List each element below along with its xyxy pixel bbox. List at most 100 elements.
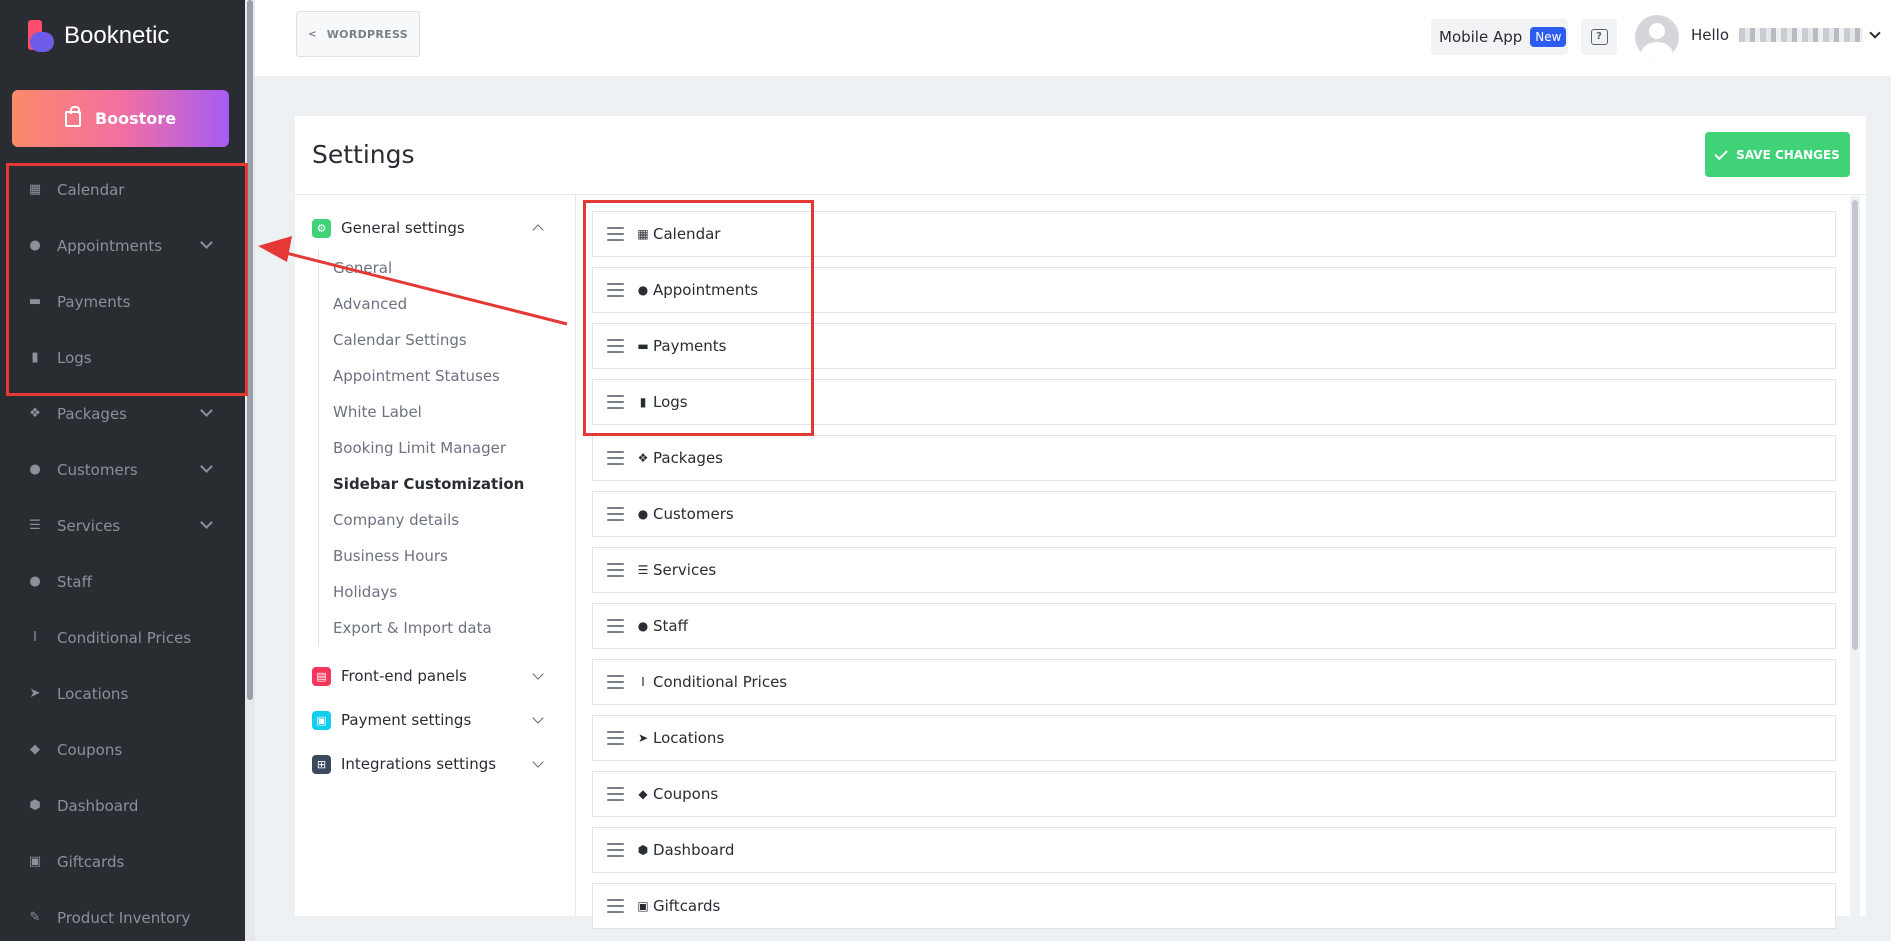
back-to-wordpress-button[interactable]: < WORDPRESS xyxy=(296,11,420,57)
mobile-app-button[interactable]: Mobile App New xyxy=(1431,19,1568,55)
mobile-app-label: Mobile App xyxy=(1439,28,1523,46)
submenu-item-holidays[interactable]: Holidays xyxy=(333,574,562,610)
sidebar-item-calendar[interactable]: ▦ Calendar xyxy=(0,162,245,218)
booknetic-logo[interactable]: Booknetic xyxy=(26,18,169,54)
column-divider xyxy=(575,194,576,916)
sortable-row-customers[interactable]: ● Customers xyxy=(592,491,1836,537)
settings-group-payment-settings[interactable]: ▣ Payment settings xyxy=(312,698,562,742)
drag-handle-icon[interactable] xyxy=(607,787,624,801)
general-settings-submenu: General Advanced Calendar Settings Appointm… xyxy=(318,250,562,646)
chevron-down-icon xyxy=(1869,27,1881,39)
settings-group-label: Integrations settings xyxy=(341,755,497,773)
sortable-row-dashboard[interactable]: ⬢ Dashboard xyxy=(592,827,1836,873)
sidebar-item-label: Giftcards xyxy=(57,853,125,871)
user-icon: ● xyxy=(29,574,41,589)
check-icon xyxy=(1714,146,1728,160)
drag-handle-icon[interactable] xyxy=(607,731,624,745)
clock-icon: ● xyxy=(637,283,649,297)
sidebar-item-product-inventory[interactable]: ✎ Product Inventory xyxy=(0,890,245,941)
sortable-row-coupons[interactable]: ◆ Coupons xyxy=(592,771,1836,817)
sidebar: Booknetic Boostore ▦ Calendar ● Appointment… xyxy=(0,0,245,941)
submenu-item-appointment-statuses[interactable]: Appointment Statuses xyxy=(333,358,562,394)
chevron-down-icon[interactable] xyxy=(200,404,213,417)
boxes-icon: ❖ xyxy=(637,451,649,465)
gift-icon: ▣ xyxy=(637,899,649,913)
sortable-row-staff[interactable]: ● Staff xyxy=(592,603,1836,649)
sidebar-item-services[interactable]: ☰ Services xyxy=(0,498,245,554)
settings-group-integrations-settings[interactable]: ⊞ Integrations settings xyxy=(312,742,562,786)
sidebar-item-conditional-prices[interactable]: I Conditional Prices xyxy=(0,610,245,666)
sortable-row-logs[interactable]: ▮ Logs xyxy=(592,379,1836,425)
panel-scrollbar-thumb[interactable] xyxy=(1852,200,1858,650)
chevron-down-icon[interactable] xyxy=(200,460,213,473)
integrations-icon: ⊞ xyxy=(312,754,331,774)
drag-handle-icon[interactable] xyxy=(607,395,624,409)
sidebar-item-customers[interactable]: ● Customers xyxy=(0,442,245,498)
sidebar-item-logs[interactable]: ▮ Logs xyxy=(0,330,245,386)
sortable-row-label: Customers xyxy=(653,505,734,523)
boostore-button[interactable]: Boostore xyxy=(12,90,229,147)
submenu-item-sidebar-customization[interactable]: Sidebar Customization xyxy=(333,466,562,502)
submenu-item-calendar-settings[interactable]: Calendar Settings xyxy=(333,322,562,358)
submenu-item-business-hours[interactable]: Business Hours xyxy=(333,538,562,574)
shopping-bag-icon xyxy=(64,105,81,127)
sortable-row-calendar[interactable]: ▦ Calendar xyxy=(592,211,1836,257)
sidebar-item-dashboard[interactable]: ⬢ Dashboard xyxy=(0,778,245,834)
sidebar-item-appointments[interactable]: ● Appointments xyxy=(0,218,245,274)
sidebar-item-label: Customers xyxy=(57,461,138,479)
save-changes-button[interactable]: SAVE CHANGES xyxy=(1705,132,1850,177)
submenu-item-company-details[interactable]: Company details xyxy=(333,502,562,538)
sortable-row-services[interactable]: ☰ Services xyxy=(592,547,1836,593)
sidebar-item-staff[interactable]: ● Staff xyxy=(0,554,245,610)
sidebar-item-coupons[interactable]: ◆ Coupons xyxy=(0,722,245,778)
calendar-icon: ▦ xyxy=(637,227,649,241)
submenu-item-white-label[interactable]: White Label xyxy=(333,394,562,430)
drag-handle-icon[interactable] xyxy=(607,619,624,633)
sortable-row-payments[interactable]: ▬ Payments xyxy=(592,323,1836,369)
drag-handle-icon[interactable] xyxy=(607,899,624,913)
avatar[interactable] xyxy=(1635,15,1679,59)
drag-handle-icon[interactable] xyxy=(607,675,624,689)
sidebar-item-label: Dashboard xyxy=(57,797,139,815)
submenu-item-booking-limit-manager[interactable]: Booking Limit Manager xyxy=(333,430,562,466)
sortable-row-conditional-prices[interactable]: I Conditional Prices xyxy=(592,659,1836,705)
drag-handle-icon[interactable] xyxy=(607,283,624,297)
sidebar-item-payments[interactable]: ▬ Payments xyxy=(0,274,245,330)
app-name: Booknetic xyxy=(64,22,170,49)
submenu-item-general[interactable]: General xyxy=(333,250,562,286)
panel-scrollbar[interactable] xyxy=(1850,196,1860,916)
sidebar-item-locations[interactable]: ➤ Locations xyxy=(0,666,245,722)
sidebar-item-giftcards[interactable]: ▣ Giftcards xyxy=(0,834,245,890)
sortable-row-locations[interactable]: ➤ Locations xyxy=(592,715,1836,761)
sidebar-scrollbar-thumb[interactable] xyxy=(247,0,253,700)
settings-gear-icon: ⚙ xyxy=(312,218,331,238)
tag-icon: ◆ xyxy=(638,787,648,801)
tools-icon: ✎ xyxy=(29,910,41,925)
sortable-row-appointments[interactable]: ● Appointments xyxy=(592,267,1836,313)
chevron-down-icon[interactable] xyxy=(200,236,213,249)
user-menu[interactable]: Hello xyxy=(1691,26,1881,44)
text-cursor-icon: I xyxy=(33,630,37,645)
drag-handle-icon[interactable] xyxy=(607,339,624,353)
submenu-item-advanced[interactable]: Advanced xyxy=(333,286,562,322)
submenu-item-export-import-data[interactable]: Export & Import data xyxy=(333,610,562,646)
sidebar-item-packages[interactable]: ❖ Packages xyxy=(0,386,245,442)
chevron-down-icon xyxy=(532,756,544,768)
drag-handle-icon[interactable] xyxy=(607,843,624,857)
drag-handle-icon[interactable] xyxy=(607,563,624,577)
sortable-row-giftcards[interactable]: ▣ Giftcards xyxy=(592,883,1836,929)
topbar: < WORDPRESS Mobile App New ? Hello xyxy=(255,0,1891,76)
settings-group-front-end-panels[interactable]: ▤ Front-end panels xyxy=(312,654,562,698)
drag-handle-icon[interactable] xyxy=(607,227,624,241)
drag-handle-icon[interactable] xyxy=(607,451,624,465)
sortable-row-packages[interactable]: ❖ Packages xyxy=(592,435,1836,481)
drag-handle-icon[interactable] xyxy=(607,507,624,521)
sidebar-item-label: Calendar xyxy=(57,181,125,199)
sortable-row-label: Conditional Prices xyxy=(653,673,788,691)
chevron-down-icon[interactable] xyxy=(200,516,213,529)
sortable-row-label: Appointments xyxy=(653,281,759,299)
sidebar-scrollbar[interactable] xyxy=(245,0,255,941)
help-button[interactable]: ? xyxy=(1581,19,1617,55)
settings-group-general-settings[interactable]: ⚙ General settings xyxy=(312,206,562,250)
align-left-icon: ☰ xyxy=(29,518,41,533)
